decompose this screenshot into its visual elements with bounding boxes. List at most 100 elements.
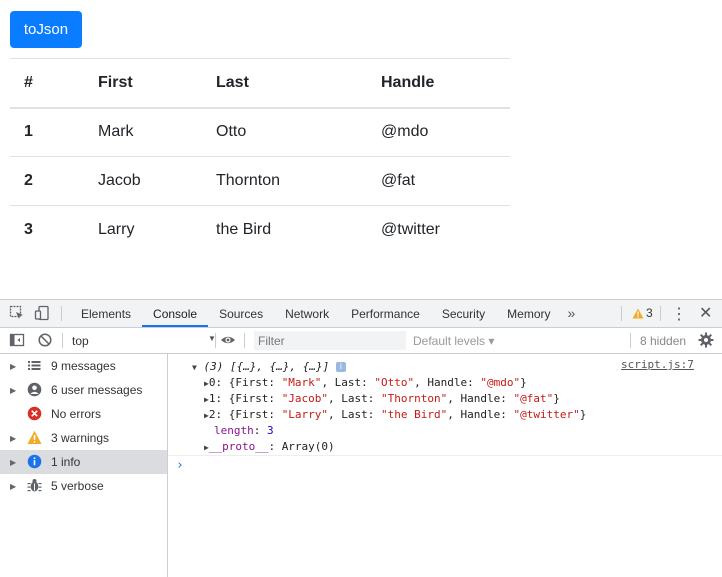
sidebar-item-warnings[interactable]: ▶ 3 warnings <box>0 426 167 450</box>
sidebar-item-label: 9 messages <box>51 359 116 373</box>
header-last: Last <box>216 73 249 91</box>
sidebar-item-user-messages[interactable]: ▶ 6 user messages <box>0 378 167 402</box>
caret-right-icon[interactable]: ▶ <box>10 362 16 371</box>
filter-input[interactable] <box>254 331 406 350</box>
table-row: 2 Jacob Thornton @fat <box>10 157 510 206</box>
caret-right-icon[interactable]: ▶ <box>10 386 16 395</box>
item-first: "Jacob" <box>281 392 329 405</box>
warnings-count: 3 <box>646 306 653 320</box>
tabbar-divider <box>660 306 661 321</box>
tab-performance[interactable]: Performance <box>340 300 431 327</box>
length-value: 3 <box>267 424 274 437</box>
more-options-icon[interactable]: ⋮ <box>671 304 687 324</box>
proto-value: Array(0) <box>281 440 335 453</box>
tab-network[interactable]: Network <box>274 300 340 327</box>
item-first: "Mark" <box>281 376 322 389</box>
sidebar-item-label: No errors <box>51 407 102 421</box>
item-handle: "@mdo" <box>480 376 521 389</box>
default-levels-dropdown[interactable]: Default levels ▾ <box>413 334 494 348</box>
sidebar-item-label: 3 warnings <box>51 431 110 445</box>
tab-security[interactable]: Security <box>431 300 496 327</box>
tab-memory[interactable]: Memory <box>496 300 561 327</box>
cell-last: Otto <box>216 123 247 141</box>
sidebar-toggle-icon[interactable] <box>9 332 25 348</box>
array-summary: (3) [{…}, {…}, {…}] <box>203 360 330 373</box>
caret-right-icon[interactable]: ▶ <box>10 458 16 467</box>
proto-key: __proto__ <box>208 440 269 453</box>
array-item-line[interactable]: ▶2: {First: "Larry", Last: "the Bird", H… <box>204 408 586 421</box>
caret-right-icon[interactable]: ▶ <box>10 434 16 443</box>
cell-first: Larry <box>98 221 135 239</box>
sidebar-item-info[interactable]: ▶ 1 info <box>0 450 167 474</box>
header-first: First <box>98 73 133 91</box>
bug-icon <box>27 478 42 493</box>
tabbar-divider <box>61 306 62 321</box>
devtools-tabs: Elements Console Sources Network Perform… <box>70 300 581 327</box>
tab-console[interactable]: Console <box>142 300 209 327</box>
array-summary-line[interactable]: ▼ (3) [{…}, {…}, {…}] i <box>192 360 346 373</box>
console-message: ▼ (3) [{…}, {…}, {…}] i script.js:7 ▶0: … <box>168 354 722 456</box>
sidebar-item-errors[interactable]: No errors <box>0 402 167 426</box>
tabbar-divider <box>621 306 622 321</box>
console-sidebar: ▶ 9 messages ▶ 6 user messages No errors… <box>0 354 168 577</box>
devtools-panel: Elements Console Sources Network Perform… <box>0 299 722 577</box>
item-last: "the Bird" <box>381 408 448 421</box>
cell-index: 1 <box>24 123 33 141</box>
eye-icon[interactable] <box>220 332 236 348</box>
console-prompt[interactable]: › <box>176 458 184 473</box>
array-item-line[interactable]: ▶1: {First: "Jacob", Last: "Thornton", H… <box>204 392 560 405</box>
cell-handle: @mdo <box>381 123 429 141</box>
inspect-element-icon[interactable] <box>9 305 25 321</box>
context-selector[interactable]: top <box>72 334 89 348</box>
sidebar-item-label: 1 info <box>51 455 81 469</box>
item-first: "Larry" <box>281 408 329 421</box>
sidebar-item-verbose[interactable]: ▶ 5 verbose <box>0 474 167 498</box>
console-toolbar: top ▼ Default levels ▾ 8 hidden <box>0 328 722 354</box>
table-row: 3 Larry the Bird @twitter <box>10 206 510 255</box>
console-output: ▼ (3) [{…}, {…}, {…}] i script.js:7 ▶0: … <box>168 354 722 577</box>
caret-right-icon[interactable]: ▶ <box>10 482 16 491</box>
item-last: "Otto" <box>374 376 415 389</box>
gear-icon[interactable] <box>698 332 714 348</box>
sidebar-item-label: 6 user messages <box>51 383 143 397</box>
item-handle: "@twitter" <box>513 408 580 421</box>
item-last: "Thornton" <box>381 392 448 405</box>
tab-sources[interactable]: Sources <box>208 300 274 327</box>
info-icon: i <box>335 362 346 372</box>
caret-down-icon[interactable]: ▼ <box>192 363 197 372</box>
toolbar-divider <box>62 333 63 348</box>
header-handle: Handle <box>381 73 435 91</box>
clear-console-icon[interactable] <box>37 332 53 348</box>
toolbar-divider <box>244 333 245 348</box>
info-icon <box>27 454 42 469</box>
error-icon <box>27 406 42 421</box>
cell-first: Mark <box>98 123 134 141</box>
array-item-line[interactable]: ▶0: {First: "Mark", Last: "Otto", Handle… <box>204 376 527 389</box>
warning-icon <box>27 430 42 445</box>
list-icon <box>27 358 42 373</box>
header-index: # <box>24 73 33 91</box>
cell-first: Jacob <box>98 172 141 189</box>
cell-last: Thornton <box>216 172 281 189</box>
tab-elements[interactable]: Elements <box>70 300 142 327</box>
more-tabs-button[interactable]: » <box>562 300 582 327</box>
item-handle: "@fat" <box>513 392 554 405</box>
cell-index: 3 <box>24 221 33 239</box>
close-icon[interactable]: ✕ <box>699 303 712 323</box>
tojson-button[interactable]: toJson <box>10 11 82 48</box>
warnings-badge[interactable]: 3 <box>632 306 653 320</box>
table-row: 1 Mark Otto @mdo <box>10 108 510 157</box>
array-proto-line[interactable]: ▶__proto__: Array(0) <box>204 440 335 453</box>
devtools-tabbar: Elements Console Sources Network Perform… <box>0 300 722 328</box>
cell-handle: @twitter <box>381 221 440 239</box>
source-link[interactable]: script.js:7 <box>621 358 694 371</box>
array-length-line: length: 3 <box>214 424 274 437</box>
cell-index: 2 <box>24 172 33 189</box>
user-icon <box>27 382 42 397</box>
sidebar-item-messages[interactable]: ▶ 9 messages <box>0 354 167 378</box>
toolbar-divider <box>215 333 216 348</box>
device-toolbar-icon[interactable] <box>34 305 50 321</box>
toolbar-divider <box>630 333 631 348</box>
cell-last: the Bird <box>216 221 272 239</box>
warning-icon <box>632 308 644 318</box>
